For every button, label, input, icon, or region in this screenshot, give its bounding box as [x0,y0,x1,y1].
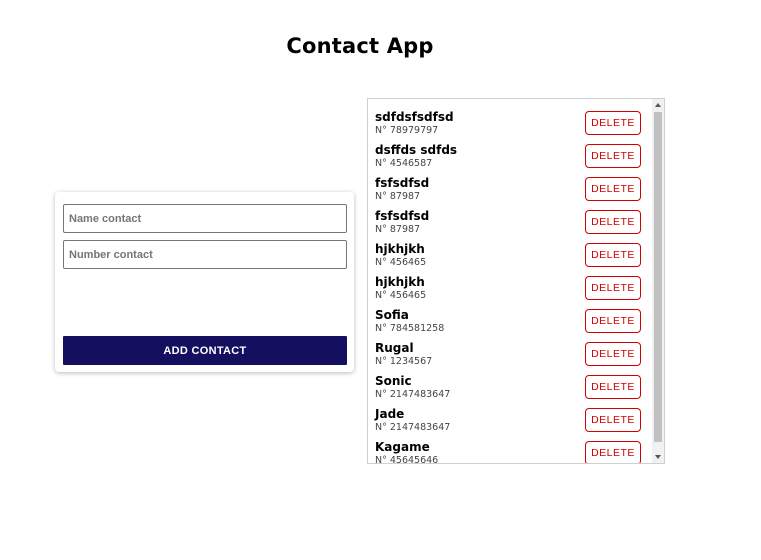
contact-list-item: Jade N° 2147483647 DELETE [368,396,652,433]
contact-name: fsfsdfsd [375,209,430,223]
contact-list: sdfdsfsdfsd N° 78979797 DELETE dsffds sdfds… [368,99,652,463]
contact-name: hjkhjkh [375,275,425,289]
contact-list-panel[interactable]: sdfdsfsdfsd N° 78979797 DELETE dsffds sdfds… [367,98,665,464]
contact-name: hjkhjkh [375,242,425,256]
contact-name: Kagame [375,440,430,454]
contact-name: dsffds sdfds [375,143,458,157]
scroll-up-icon[interactable] [652,99,664,111]
number-contact-input[interactable] [63,240,347,269]
contact-list-item: dsffds sdfds N° 4546587 DELETE [368,132,652,169]
contact-list-item: sdfdsfsdfsd N° 78979797 DELETE [368,99,652,136]
contact-list-item: hjkhjkh N° 456465 DELETE [368,231,652,268]
contact-list-item: fsfsdfsd N° 87987 DELETE [368,165,652,202]
contact-list-item: hjkhjkh N° 456465 DELETE [368,264,652,301]
scrollbar[interactable] [652,99,664,463]
contact-list-item: Kagame N° 45645646 DELETE [368,429,652,463]
contact-list-item: fsfsdfsd N° 87987 DELETE [368,198,652,235]
contact-list-item: Sofia N° 784581258 DELETE [368,297,652,334]
contact-name: Jade [375,407,405,421]
name-contact-input[interactable] [63,204,347,233]
contact-name: sdfdsfsdfsd [375,110,454,124]
contact-name: Sonic [375,374,412,388]
page: Contact App ADD CONTACT sdfdsfsdfsdN° 78… [0,0,761,560]
scroll-down-icon[interactable] [652,451,664,463]
contact-number: N° 45645646 [375,455,439,463]
delete-contact-button[interactable]: DELETE [585,441,641,463]
contact-name: Sofia [375,308,409,322]
contact-name: Rugal [375,341,414,355]
add-contact-button[interactable]: ADD CONTACT [63,336,347,365]
scroll-thumb[interactable] [654,112,662,442]
contact-form-card: ADD CONTACT [55,192,354,372]
contact-list-item: Sonic N° 2147483647 DELETE [368,363,652,400]
contact-list-item: Rugal N° 1234567 DELETE [368,330,652,367]
contact-name: fsfsdfsd [375,176,430,190]
page-title: Contact App [286,34,434,58]
